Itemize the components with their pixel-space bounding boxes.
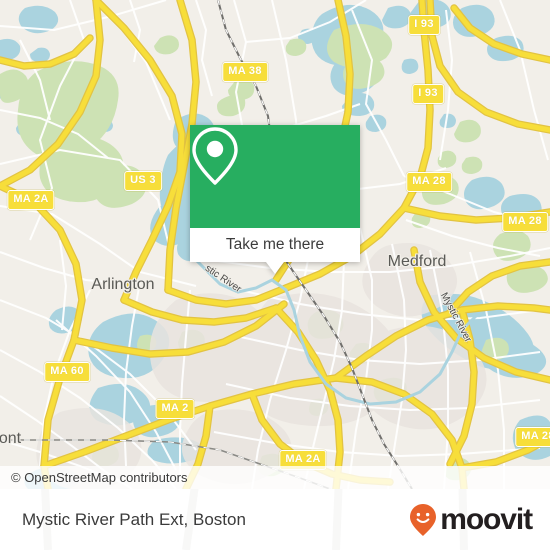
popup-icon-area bbox=[190, 125, 360, 228]
shield-us-3: US 3 bbox=[124, 171, 162, 191]
shield-i-93-north: I 93 bbox=[408, 15, 440, 35]
shield-ma-28-south: MA 28 bbox=[515, 427, 550, 447]
shield-ma-28-north: MA 28 bbox=[406, 172, 452, 192]
shield-ma-60: MA 60 bbox=[44, 362, 90, 382]
moovit-wordmark: moovit bbox=[440, 502, 533, 536]
location-popup-card[interactable]: Take me there bbox=[190, 125, 360, 274]
shield-ma-28-east: MA 28 bbox=[502, 212, 548, 232]
place-label-belmont-clipped: ont bbox=[0, 430, 22, 447]
shield-ma-2: MA 2 bbox=[155, 399, 195, 419]
popup-pointer-tail bbox=[266, 262, 284, 274]
moovit-smiley-pin-icon bbox=[410, 503, 437, 536]
footer-bar: Mystic River Path Ext, Boston moovit bbox=[0, 489, 550, 550]
moovit-map-screenshot: I 93 MA 38 I 93 MA 2A US 3 MA 28 MA 28 M… bbox=[0, 0, 550, 550]
map-attribution[interactable]: © OpenStreetMap contributors bbox=[0, 466, 550, 489]
take-me-there-label: Take me there bbox=[225, 236, 325, 253]
shield-i-93-south: I 93 bbox=[412, 84, 444, 104]
place-label-arlington: Arlington bbox=[91, 276, 155, 293]
location-title: Mystic River Path Ext, Boston bbox=[22, 509, 246, 529]
map-canvas[interactable]: I 93 MA 38 I 93 MA 2A US 3 MA 28 MA 28 M… bbox=[0, 0, 550, 489]
take-me-there-button[interactable]: Take me there bbox=[190, 228, 360, 262]
moovit-logo[interactable]: moovit bbox=[409, 502, 533, 537]
shield-ma-2a-west: MA 2A bbox=[7, 190, 55, 210]
shield-ma-38: MA 38 bbox=[222, 62, 268, 82]
place-label-medford: Medford bbox=[387, 253, 447, 270]
attribution-text: © OpenStreetMap contributors bbox=[11, 470, 188, 485]
map-pin-icon bbox=[192, 127, 238, 185]
